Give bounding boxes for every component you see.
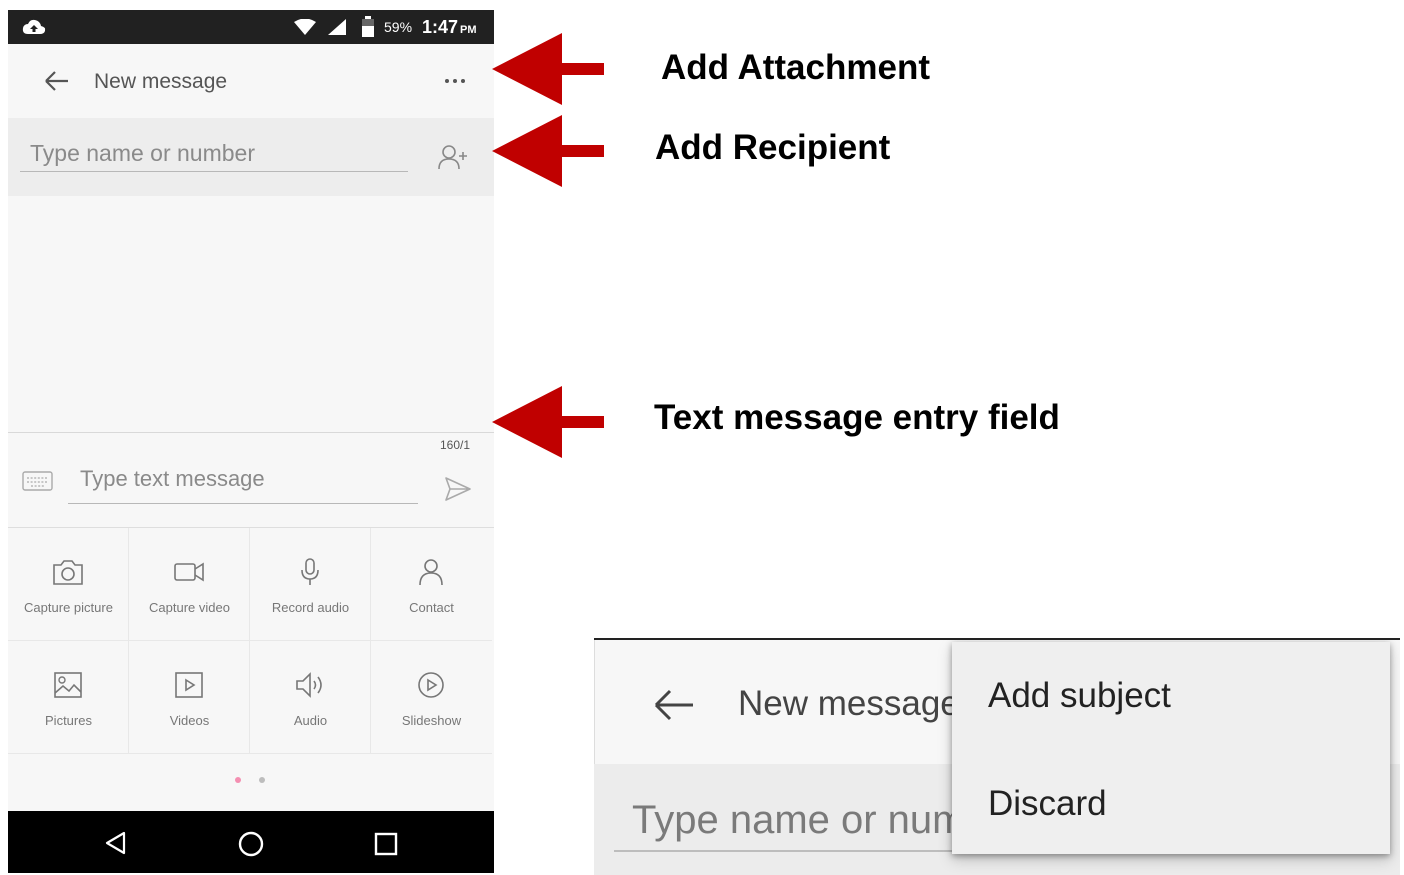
page-dot-active[interactable] [235, 777, 241, 783]
inset-page-title: New message [738, 684, 960, 723]
inset-recipient-underline [614, 850, 994, 852]
app-bar: New message [8, 44, 494, 118]
attach-capture-picture[interactable]: Capture picture [8, 528, 129, 641]
page-dot[interactable] [259, 777, 265, 783]
attach-label: Videos [169, 713, 210, 728]
overflow-menu: Add subject Discard [952, 642, 1390, 854]
menu-item-add-subject[interactable]: Add subject [988, 676, 1171, 716]
navigation-bar [8, 811, 494, 873]
battery-icon [362, 16, 374, 37]
character-counter: 160/1 [440, 438, 471, 452]
attach-slideshow[interactable]: Slideshow [371, 641, 492, 754]
cloud-upload-icon [22, 19, 46, 34]
attach-contact[interactable]: Contact [371, 528, 492, 641]
page-indicator [235, 777, 265, 783]
inset-recipient-placeholder[interactable]: Type name or num [632, 798, 966, 843]
attach-record-audio[interactable]: Record audio [250, 528, 371, 641]
cell-signal-icon [328, 19, 346, 35]
nav-back-icon[interactable] [104, 831, 126, 855]
arrow-add-recipient [492, 115, 604, 187]
attach-label: Contact [409, 600, 454, 615]
back-arrow-icon[interactable] [653, 688, 695, 722]
message-thread-area [8, 196, 494, 433]
label-add-recipient: Add Recipient [655, 128, 891, 167]
keyboard-icon[interactable] [22, 470, 54, 492]
attach-label: Record audio [271, 600, 350, 615]
video-file-icon [175, 672, 203, 698]
arrow-add-attachment [492, 33, 604, 105]
attach-label: Capture picture [24, 600, 113, 615]
menu-item-discard[interactable]: Discard [988, 784, 1107, 824]
status-bar: 59% 1:47 PM [8, 10, 494, 44]
arrow-text-entry [492, 386, 604, 458]
attach-label: Pictures [45, 713, 92, 728]
page-title: New message [94, 70, 228, 93]
video-camera-icon [174, 562, 204, 582]
person-icon [419, 559, 443, 586]
image-icon [54, 672, 82, 698]
attach-videos[interactable]: Videos [129, 641, 250, 754]
nav-recents-icon[interactable] [374, 832, 398, 856]
back-arrow-icon[interactable] [44, 70, 70, 92]
attach-pictures[interactable]: Pictures [8, 641, 129, 754]
play-circle-icon [418, 672, 444, 698]
attach-label: Slideshow [401, 713, 462, 728]
attach-capture-video[interactable]: Capture video [129, 528, 250, 641]
microphone-icon [301, 558, 319, 585]
attach-label: Capture video [149, 600, 230, 615]
attachment-grid: Capture picture Capture video Record aud… [8, 527, 494, 754]
phone-screen: 59% 1:47 PM New message Type name or numb… [8, 10, 494, 873]
recipient-field[interactable]: Type name or number [8, 118, 494, 196]
wifi-icon [294, 19, 316, 35]
recipient-underline [20, 171, 408, 172]
speaker-icon [296, 672, 322, 698]
divider [8, 432, 494, 433]
message-input[interactable]: Type text message [80, 466, 265, 492]
add-contact-icon[interactable] [438, 144, 468, 170]
attach-audio[interactable]: Audio [250, 641, 371, 754]
label-text-entry: Text message entry field [654, 398, 1060, 437]
attach-label: Audio [293, 713, 328, 728]
message-underline [68, 503, 418, 504]
nav-home-icon[interactable] [238, 831, 264, 857]
camera-icon [53, 560, 83, 585]
clock: 1:47 PM [422, 17, 477, 37]
recipient-placeholder[interactable]: Type name or number [30, 140, 255, 167]
battery-percent: 59% [384, 19, 413, 35]
overflow-menu-inset: New message Type name or num Add subject… [594, 638, 1400, 875]
send-icon[interactable] [444, 476, 472, 502]
more-options-icon[interactable] [444, 78, 466, 84]
label-add-attachment: Add Attachment [661, 48, 930, 87]
